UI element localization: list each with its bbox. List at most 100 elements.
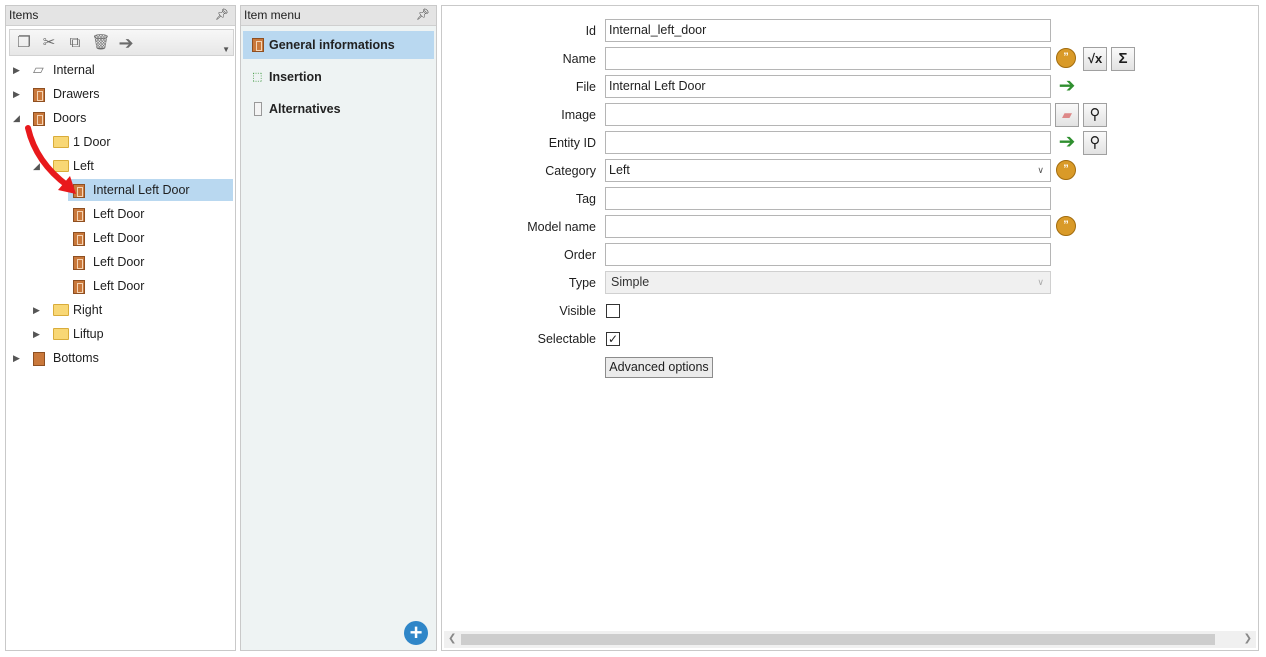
selectable-checkbox[interactable]: ✓ bbox=[606, 332, 620, 346]
translate-icon[interactable]: ” bbox=[1055, 215, 1079, 239]
name-input[interactable] bbox=[605, 47, 1051, 70]
checkmark-icon: ✓ bbox=[607, 332, 619, 346]
menu-item-label: Alternatives bbox=[269, 102, 341, 116]
tree-item-internal[interactable]: ▶ ▱ Internal bbox=[13, 59, 233, 81]
delete-icon[interactable]: 🗑︎ bbox=[91, 33, 111, 53]
entity-id-label: Entity ID bbox=[548, 136, 596, 150]
name-label: Name bbox=[562, 52, 596, 66]
chevron-down-icon: ∨ bbox=[1037, 277, 1044, 287]
door-icon bbox=[73, 208, 85, 222]
door-icon bbox=[73, 256, 85, 270]
plus-circle-icon[interactable]: + bbox=[404, 621, 428, 645]
copy-icon[interactable]: ❐ bbox=[14, 33, 34, 53]
scroll-left-icon[interactable]: ❮ bbox=[448, 633, 456, 644]
pin-icon[interactable]: 📌︎ bbox=[416, 6, 430, 25]
bottom-panel-icon bbox=[33, 352, 45, 366]
items-toolbar: ❐ ✂ ⧉ 🗑︎ ➔ ▼ bbox=[9, 29, 234, 56]
image-label: Image bbox=[561, 108, 596, 122]
door-icon bbox=[73, 280, 85, 294]
id-label: Id bbox=[585, 24, 596, 38]
menu-item-insertion[interactable]: ⬚ Insertion bbox=[243, 63, 434, 91]
tree-item-left-door[interactable]: Left Door bbox=[73, 203, 233, 225]
toolbar-overflow-icon[interactable]: ▼ bbox=[222, 45, 230, 54]
model-name-input[interactable] bbox=[605, 215, 1051, 238]
type-value: Simple bbox=[611, 275, 650, 289]
tree-item-label: Right bbox=[73, 303, 103, 317]
expand-icon[interactable]: ▶ bbox=[33, 299, 45, 321]
tree-item-label: Liftup bbox=[73, 327, 104, 341]
order-label: Order bbox=[564, 248, 596, 262]
tree-item-internal-left-door[interactable]: Internal Left Door bbox=[68, 179, 233, 201]
menu-item-general-informations[interactable]: General informations bbox=[243, 31, 434, 59]
menu-item-label: Insertion bbox=[269, 70, 322, 84]
sum-icon[interactable]: Σ bbox=[1111, 47, 1135, 71]
expand-icon[interactable]: ▶ bbox=[13, 59, 25, 81]
tree-item-left-door[interactable]: Left Door bbox=[73, 275, 233, 297]
expand-icon[interactable]: ▶ bbox=[13, 83, 25, 105]
expand-icon[interactable]: ▶ bbox=[13, 347, 25, 369]
red-arrow-annotation bbox=[25, 125, 76, 194]
tag-label: Tag bbox=[575, 192, 596, 206]
horizontal-scrollbar[interactable]: ❮ ❯ bbox=[444, 631, 1256, 648]
order-input[interactable] bbox=[605, 243, 1051, 266]
tree-item-drawers[interactable]: ▶ Drawers bbox=[13, 83, 233, 105]
door-icon bbox=[73, 232, 85, 246]
category-value: Left bbox=[609, 163, 630, 177]
tree-item-label: Bottoms bbox=[53, 351, 99, 365]
folder-icon bbox=[53, 328, 69, 340]
cut-icon[interactable]: ✂ bbox=[39, 33, 59, 53]
tree-item-label: Left Door bbox=[93, 255, 145, 269]
menu-item-alternatives[interactable]: Alternatives bbox=[243, 95, 434, 123]
tag-input[interactable] bbox=[605, 187, 1051, 210]
go-to-arrow-icon[interactable]: ➔ bbox=[1055, 131, 1079, 155]
type-select: Simple ∨ bbox=[605, 271, 1051, 294]
duplicate-icon[interactable]: ⧉ bbox=[65, 33, 85, 53]
scrollbar-thumb[interactable] bbox=[461, 634, 1215, 645]
category-label: Category bbox=[545, 164, 596, 178]
visible-checkbox[interactable] bbox=[606, 304, 620, 318]
selectable-label: Selectable bbox=[537, 332, 596, 346]
tree-item-label: Left Door bbox=[93, 279, 145, 293]
tree-item-label: Internal bbox=[53, 63, 95, 77]
move-right-icon[interactable]: ➔ bbox=[116, 33, 136, 53]
search-icon[interactable]: ⚲ bbox=[1083, 131, 1107, 155]
tree-item-label: Drawers bbox=[53, 87, 100, 101]
tree-item-label: Internal Left Door bbox=[93, 183, 190, 197]
tree-item-left-door[interactable]: Left Door bbox=[73, 251, 233, 273]
file-input[interactable]: Internal Left Door bbox=[605, 75, 1051, 98]
insertion-icon: ⬚ bbox=[252, 71, 263, 83]
properties-form: Id Internal_left_door Name ” √x Σ File I… bbox=[441, 5, 1259, 651]
tree-item-right[interactable]: ▶ Right bbox=[33, 299, 233, 321]
item-menu-header: Item menu 📌︎ bbox=[241, 6, 436, 26]
folder-icon bbox=[53, 304, 69, 316]
items-panel-title: Items bbox=[9, 8, 39, 22]
search-icon[interactable]: ⚲ bbox=[1083, 103, 1107, 127]
tree-item-liftup[interactable]: ▶ Liftup bbox=[33, 323, 233, 345]
chevron-down-icon: ∨ bbox=[1037, 165, 1044, 175]
tree-item-left-door[interactable]: Left Door bbox=[73, 227, 233, 249]
item-menu-panel: Item menu 📌︎ General informations ⬚ Inse… bbox=[240, 5, 437, 651]
model-name-label: Model name bbox=[527, 220, 596, 234]
pin-icon[interactable]: 📌︎ bbox=[215, 6, 229, 25]
formula-icon[interactable]: √x bbox=[1083, 47, 1107, 71]
drawer-icon bbox=[33, 88, 45, 102]
advanced-options-button[interactable]: Advanced options bbox=[605, 357, 713, 378]
items-panel: Items 📌︎ ❐ ✂ ⧉ 🗑︎ ➔ ▼ ▶ ▱ Internal ▶ Dra… bbox=[5, 5, 236, 651]
entity-id-input[interactable] bbox=[605, 131, 1051, 154]
file-label: File bbox=[575, 80, 596, 94]
go-to-arrow-icon[interactable]: ➔ bbox=[1055, 75, 1079, 99]
alternatives-icon bbox=[254, 102, 262, 116]
eraser-icon[interactable]: ▰ bbox=[1055, 103, 1079, 127]
id-input[interactable]: Internal_left_door bbox=[605, 19, 1051, 42]
paragraph-icon: ▱ bbox=[33, 61, 44, 77]
expand-icon[interactable]: ▶ bbox=[33, 323, 45, 345]
door-icon bbox=[252, 38, 264, 52]
items-panel-header: Items 📌︎ bbox=[6, 6, 235, 26]
translate-icon[interactable]: ” bbox=[1055, 159, 1079, 183]
tree-item-bottoms[interactable]: ▶ Bottoms bbox=[13, 347, 233, 369]
scroll-right-icon[interactable]: ❯ bbox=[1244, 633, 1252, 644]
tree-item-label: Left Door bbox=[93, 207, 145, 221]
translate-icon[interactable]: ” bbox=[1055, 47, 1079, 71]
category-select[interactable]: Left ∨ bbox=[605, 159, 1051, 182]
image-input[interactable] bbox=[605, 103, 1051, 126]
